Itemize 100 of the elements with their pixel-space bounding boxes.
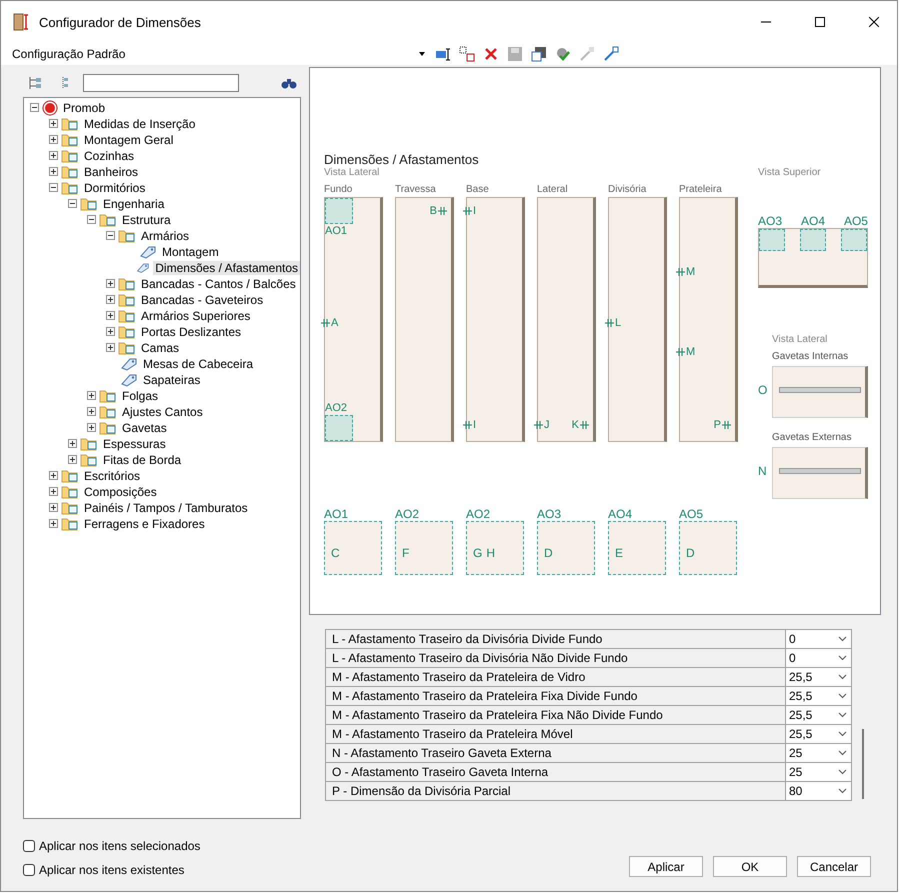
value-dropdown[interactable]: 25,5 xyxy=(785,724,851,743)
panel-name: Base xyxy=(466,184,490,195)
tree-item[interactable]: Gavetas xyxy=(120,420,169,435)
tree-item[interactable]: Folgas xyxy=(120,388,160,403)
folder-icon xyxy=(80,436,98,452)
expand-toggle[interactable] xyxy=(106,343,115,352)
expand-toggle[interactable] xyxy=(106,327,115,336)
dialog-button[interactable]: Cancelar xyxy=(797,856,871,878)
expand-toggle[interactable] xyxy=(49,151,58,160)
expand-toggle[interactable] xyxy=(49,487,58,496)
expand-toggle[interactable] xyxy=(106,311,115,320)
checkbox[interactable] xyxy=(23,864,35,876)
save-icon xyxy=(507,46,523,62)
value-dropdown[interactable]: 25,5 xyxy=(785,706,851,724)
folder-icon xyxy=(118,324,136,340)
value-dropdown[interactable]: 0 xyxy=(785,630,851,648)
value-dropdown[interactable]: 0 xyxy=(785,648,851,667)
expand-toggle[interactable] xyxy=(87,407,96,416)
value-dropdown[interactable]: 80 xyxy=(785,782,851,800)
tree-item[interactable]: Bancadas - Cantos / Balcões xyxy=(139,276,298,291)
tag-icon xyxy=(139,244,157,260)
dimension-label: AO3 xyxy=(537,506,562,521)
tree-item[interactable]: Armários xyxy=(139,228,192,243)
folder-icon xyxy=(99,388,117,404)
dimension-tick-icon xyxy=(438,207,447,216)
tree-item[interactable]: Promob xyxy=(61,100,108,115)
collapse-toggle[interactable] xyxy=(68,199,77,208)
tree-item[interactable]: Armários Superiores xyxy=(139,308,252,323)
tree-item[interactable]: Montagem Geral xyxy=(82,132,176,147)
tree-item[interactable]: Cozinhas xyxy=(82,148,136,163)
expand-toggle[interactable] xyxy=(87,423,96,432)
tree-item[interactable]: Engenharia xyxy=(101,196,166,211)
view-label: Gavetas Internas xyxy=(772,350,850,362)
detail-drawing: D xyxy=(537,520,595,575)
dialog-button[interactable]: OK xyxy=(713,856,787,878)
expand-toggle[interactable] xyxy=(49,135,58,144)
plus-icon xyxy=(107,328,114,336)
value-dropdown[interactable]: 25,5 xyxy=(785,668,851,686)
plus-icon xyxy=(107,312,114,320)
checkbox[interactable] xyxy=(23,840,35,852)
expand-toggle[interactable] xyxy=(106,295,115,304)
logo-icon xyxy=(42,100,58,116)
dropdown-chevron-icon xyxy=(838,788,847,794)
dropdown-chevron-icon xyxy=(838,768,847,775)
collapse-toggle[interactable] xyxy=(49,183,58,192)
expand-toggle[interactable] xyxy=(49,471,58,480)
view-label: Vista Lateral xyxy=(772,334,828,345)
scrollbar-thumb[interactable] xyxy=(862,728,864,799)
tree-item[interactable]: Composições xyxy=(82,484,159,499)
delete-icon xyxy=(484,46,498,61)
tree-item[interactable]: Portas Deslizantes xyxy=(139,324,244,339)
binoculars-icon xyxy=(281,76,297,89)
expand-toggle[interactable] xyxy=(49,119,58,128)
expand-toggle[interactable] xyxy=(49,519,58,528)
tree-item[interactable]: Fitas de Borda xyxy=(101,452,184,467)
tree-item[interactable]: Montagem xyxy=(160,244,221,259)
tree-item[interactable]: Espessuras xyxy=(101,436,168,451)
text-field-icon xyxy=(435,46,451,61)
dimension-label: L xyxy=(615,317,622,330)
folder-icon xyxy=(61,516,79,532)
expand-toggle[interactable] xyxy=(68,439,77,448)
tree-item[interactable]: Banheiros xyxy=(82,164,140,179)
dimension-label: I xyxy=(473,419,476,432)
tree-item[interactable]: Ferragens e Fixadores xyxy=(82,516,207,531)
collapse-toggle[interactable] xyxy=(87,215,96,224)
tree-item[interactable]: Camas xyxy=(139,340,182,355)
expand-toggle[interactable] xyxy=(87,391,96,400)
tree-item[interactable]: Sapateiras xyxy=(141,372,202,387)
tree-item[interactable]: Ajustes Cantos xyxy=(120,404,205,419)
tree-item[interactable]: Painéis / Tampos / Tamburatos xyxy=(82,500,250,515)
value-dropdown[interactable]: 25 xyxy=(785,744,851,762)
expand-toggle[interactable] xyxy=(106,279,115,288)
tree-item[interactable]: Estrutura xyxy=(120,212,173,227)
search-field[interactable] xyxy=(83,74,239,92)
app-icon xyxy=(13,13,31,31)
dialog-button[interactable]: Aplicar xyxy=(629,856,703,878)
plus-icon xyxy=(50,520,57,528)
value-dropdown[interactable]: 25,5 xyxy=(785,686,851,705)
view-label: Vista Lateral xyxy=(324,166,380,178)
folder-icon xyxy=(118,292,136,308)
tree-item[interactable]: Medidas de Inserção xyxy=(82,116,198,131)
detail-drawing: F xyxy=(395,520,453,575)
tree-item[interactable]: Bancadas - Gaveteiros xyxy=(139,292,266,307)
expand-toggle[interactable] xyxy=(49,503,58,512)
dimension-label: AO3 xyxy=(758,214,782,228)
value-dropdown[interactable]: 25 xyxy=(785,762,851,781)
dimension-tick-icon xyxy=(676,348,685,356)
dimension-label: P xyxy=(714,419,721,432)
folder-icon xyxy=(99,212,117,228)
collapse-toggle[interactable] xyxy=(106,231,115,240)
tree-item[interactable]: Mesas de Cabeceira xyxy=(141,356,256,371)
dimension-label: AO2 xyxy=(325,402,348,414)
expand-toggle[interactable] xyxy=(68,455,77,464)
tree-item[interactable]: Escritórios xyxy=(82,468,142,483)
tree-item[interactable]: Dimensões / Afastamentos xyxy=(153,260,300,275)
expand-toggle[interactable] xyxy=(49,167,58,176)
collapse-toggle[interactable] xyxy=(30,103,39,112)
tree-item[interactable]: Dormitórios xyxy=(82,180,148,195)
close-icon xyxy=(869,17,879,27)
panel-name: Fundo xyxy=(324,184,354,195)
